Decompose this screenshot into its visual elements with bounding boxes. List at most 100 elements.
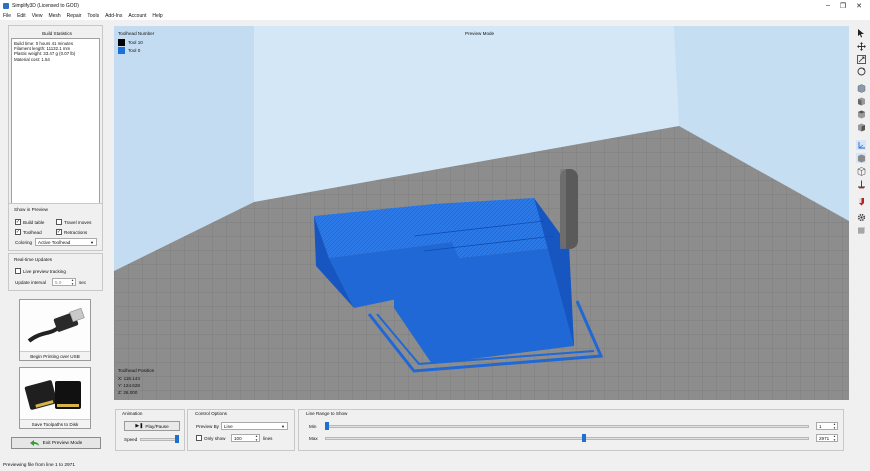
menu-account[interactable]: Account: [128, 13, 146, 19]
only-show-spinner[interactable]: 100 ▲ ▼: [231, 434, 260, 442]
min-label: Min: [309, 424, 317, 429]
menu-tools[interactable]: Tools: [87, 13, 99, 19]
line-range-group: [298, 409, 844, 451]
max-slider-thumb[interactable]: [581, 434, 586, 442]
update-interval-spinner[interactable]: 5.0 ▲ ▼: [52, 278, 76, 286]
cross-section-icon[interactable]: [856, 179, 866, 189]
speed-slider-track[interactable]: [140, 438, 178, 441]
coloring-select[interactable]: Active Toolhead ▼: [35, 238, 97, 246]
update-interval-label: Update interval: [15, 280, 46, 285]
close-button[interactable]: ✕: [849, 0, 869, 11]
toolhead-checkbox[interactable]: ✓: [15, 229, 21, 235]
legend-label-tool-10: Tool 10: [128, 40, 143, 45]
app-logo-icon: [3, 2, 9, 9]
menu-addins[interactable]: Add-Ins: [105, 13, 122, 19]
cube-wire-icon[interactable]: [856, 166, 866, 176]
retractions-label: Retractions: [64, 229, 88, 235]
build-statistics-header: Build Statistics: [42, 31, 72, 36]
spinner-arrows-icon: ▲ ▼: [833, 434, 836, 442]
menu-mesh[interactable]: Mesh: [48, 13, 60, 19]
menu-bar: File Edit View Mesh Repair Tools Add-Ins…: [0, 11, 870, 20]
preview-by-value: Line: [224, 423, 233, 429]
spinner-arrows-icon: ▲ ▼: [255, 434, 258, 442]
chevron-down-icon: ▼: [90, 240, 94, 245]
play-pause-button[interactable]: ▶❚ Play/Pause: [124, 421, 180, 431]
max-spinner[interactable]: 2971 ▲ ▼: [816, 434, 838, 442]
play-pause-icon: ▶❚: [135, 423, 144, 429]
view-front-icon[interactable]: [856, 96, 866, 106]
chevron-down-icon: ▼: [281, 424, 285, 429]
menu-file[interactable]: File: [3, 13, 11, 19]
min-slider-track[interactable]: [325, 425, 809, 428]
view-default-icon[interactable]: [856, 83, 866, 93]
only-show-unit: lines: [263, 435, 273, 441]
tool-color-icon[interactable]: [856, 196, 866, 206]
max-slider-track[interactable]: [325, 437, 809, 440]
speed-slider-thumb[interactable]: [175, 435, 179, 443]
model-main-front: [394, 246, 574, 364]
coloring-label: Coloring: [15, 240, 33, 245]
scale-icon[interactable]: [856, 54, 866, 64]
min-value: 1: [819, 423, 822, 429]
view-side-icon[interactable]: [856, 122, 866, 132]
rotate-icon[interactable]: [856, 66, 866, 76]
sd-card-icon: [24, 380, 81, 410]
title-bar: Simplify3D (Licensed to GOD) – ❐ ✕: [0, 0, 870, 11]
update-interval-value: 5.0: [55, 279, 62, 285]
preview-viewport[interactable]: Toolhead Number Tool 10 Tool 0 Preview M…: [114, 26, 849, 400]
animation-title: Animation: [122, 411, 143, 416]
toolhead-position-title: Toolhead Position: [118, 368, 155, 373]
min-slider-thumb[interactable]: [325, 422, 329, 430]
menu-edit[interactable]: Edit: [17, 13, 26, 19]
settings-gear-icon[interactable]: [856, 212, 866, 222]
update-interval-unit: sec: [79, 280, 87, 285]
layers-icon[interactable]: [856, 225, 866, 235]
begin-usb-printing-button[interactable]: Begin Printing over USB: [19, 299, 91, 361]
toolhead-label: Toolhead: [23, 229, 42, 235]
build-table-checkbox[interactable]: ✓: [15, 219, 21, 225]
move-icon[interactable]: [856, 41, 866, 51]
legend-swatch-tool-0: [118, 47, 125, 54]
menu-view[interactable]: View: [32, 13, 43, 19]
show-in-preview-title: Show in Preview: [14, 207, 48, 212]
travel-moves-checkbox[interactable]: [56, 219, 62, 225]
menu-repair[interactable]: Repair: [67, 13, 82, 19]
bottom-control-panel: Animation ▶❚ Play/Pause Speed Control Op…: [114, 403, 849, 456]
save-toolpaths-button[interactable]: Save Toolpaths to Disk: [19, 367, 91, 429]
coloring-value: Active Toolhead: [38, 239, 71, 245]
usb-button-caption: Begin Printing over USB: [20, 351, 90, 360]
toolhead-position-x: X: 118.144: [118, 376, 140, 381]
legend-label-tool-0: Tool 0: [128, 48, 141, 53]
pointer-icon[interactable]: [856, 28, 866, 38]
menu-help[interactable]: Help: [152, 13, 162, 19]
view-top-icon[interactable]: [856, 109, 866, 119]
line-range-title: Line Range to Show: [306, 411, 348, 416]
usb-cable-icon: [27, 307, 85, 343]
min-spinner[interactable]: 1 ▲ ▼: [816, 422, 838, 430]
window-title: Simplify3D (Licensed to GOD): [12, 2, 79, 9]
live-preview-checkbox[interactable]: [15, 268, 21, 274]
spinner-arrows-icon: ▲ ▼: [71, 278, 74, 286]
speed-label: Speed: [124, 437, 138, 442]
max-value: 2971: [819, 435, 830, 441]
legend-swatch-tool-10: [118, 39, 125, 46]
only-show-checkbox[interactable]: [196, 435, 202, 441]
travel-moves-label: Travel moves: [64, 219, 92, 225]
only-show-label: Only show: [204, 435, 226, 441]
spinner-arrows-icon: ▲ ▼: [833, 422, 836, 430]
only-show-value: 100: [234, 435, 242, 441]
exit-preview-label: Exit Preview Mode: [42, 440, 83, 446]
toolhead-number-title: Toolhead Number: [118, 31, 155, 36]
status-bar: Previewing file from line 1 to 2971: [0, 461, 870, 471]
exit-preview-button[interactable]: Exit Preview Mode: [11, 437, 101, 449]
axes-icon[interactable]: [856, 140, 866, 150]
live-preview-label: Live preview tracking: [23, 268, 66, 274]
cube-solid-icon[interactable]: [856, 153, 866, 163]
save-button-caption: Save Toolpaths to Disk: [20, 419, 90, 428]
retractions-checkbox[interactable]: ✓: [56, 229, 62, 235]
back-arrow-icon: [29, 439, 39, 446]
preview-mode-label: Preview Mode: [465, 31, 495, 36]
preview-by-select[interactable]: Line ▼: [221, 422, 288, 430]
control-options-title: Control Options: [195, 411, 227, 416]
max-label: Max: [309, 436, 318, 441]
